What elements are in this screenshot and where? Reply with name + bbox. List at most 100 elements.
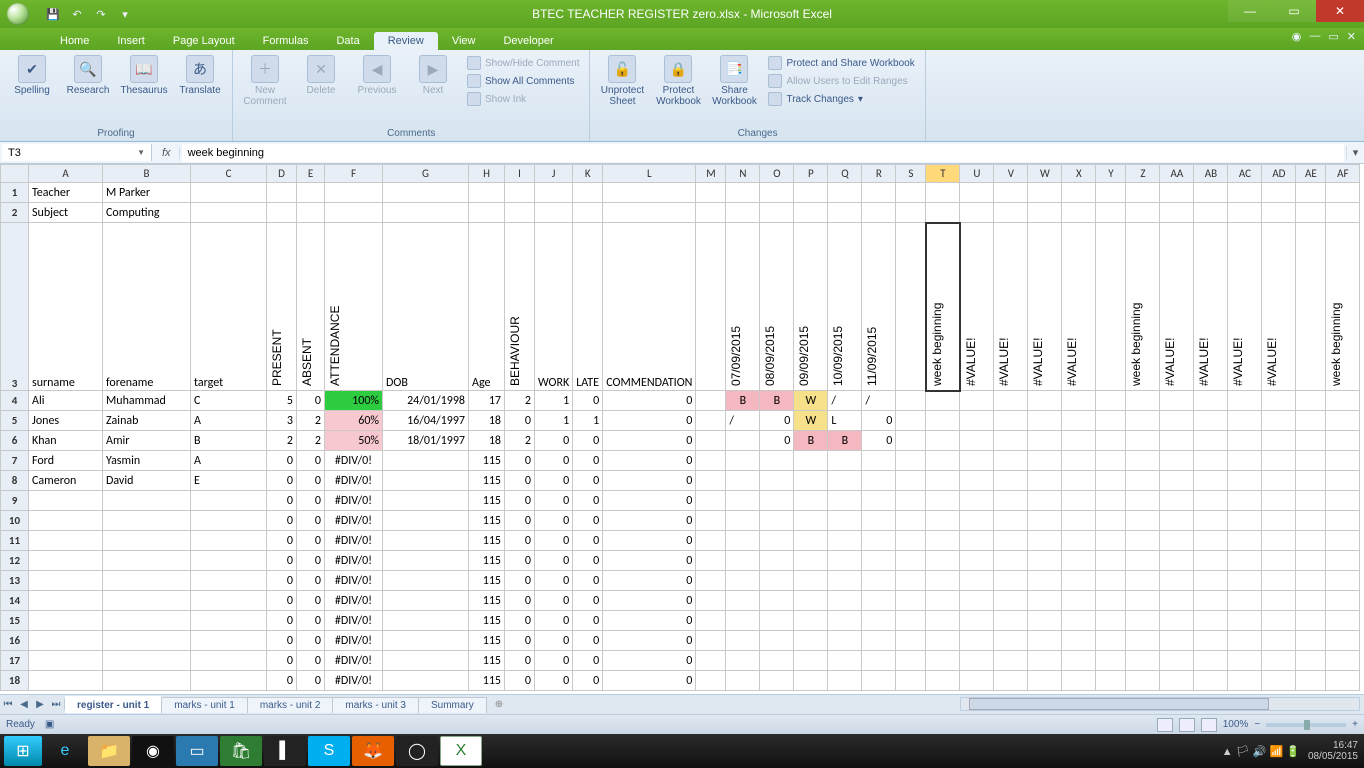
- cell[interactable]: [994, 571, 1028, 591]
- cell[interactable]: [1194, 431, 1228, 451]
- cell[interactable]: [994, 391, 1028, 411]
- col-header-AD[interactable]: AD: [1262, 165, 1296, 183]
- cell[interactable]: [1326, 631, 1360, 651]
- cell[interactable]: 1: [535, 411, 573, 431]
- cell[interactable]: [1326, 591, 1360, 611]
- cell[interactable]: 0: [573, 591, 603, 611]
- col-header-J[interactable]: J: [535, 165, 573, 183]
- cell[interactable]: 0: [267, 531, 297, 551]
- cell[interactable]: [1228, 651, 1262, 671]
- cell[interactable]: [1296, 391, 1326, 411]
- cell[interactable]: [103, 671, 191, 691]
- cell[interactable]: Teacher: [29, 183, 103, 203]
- col-header-L[interactable]: L: [603, 165, 696, 183]
- cell[interactable]: [1228, 551, 1262, 571]
- cell[interactable]: [994, 631, 1028, 651]
- cell[interactable]: #DIV/0!: [325, 511, 383, 531]
- cell[interactable]: [1194, 451, 1228, 471]
- cell[interactable]: [383, 471, 469, 491]
- cell[interactable]: [726, 491, 760, 511]
- cell[interactable]: 0: [535, 651, 573, 671]
- taskbar-explorer-icon[interactable]: 📁: [88, 736, 130, 766]
- cell[interactable]: [1028, 671, 1062, 691]
- cell[interactable]: 115: [469, 591, 505, 611]
- cell[interactable]: [1326, 411, 1360, 431]
- cell[interactable]: [696, 611, 726, 631]
- cell[interactable]: [1096, 183, 1126, 203]
- cell[interactable]: [926, 651, 960, 671]
- cell[interactable]: [862, 571, 896, 591]
- cell[interactable]: 0: [603, 471, 696, 491]
- cell[interactable]: [960, 611, 994, 631]
- cell[interactable]: [1228, 183, 1262, 203]
- cell[interactable]: [696, 471, 726, 491]
- cell[interactable]: 0: [505, 531, 535, 551]
- cell[interactable]: [926, 183, 960, 203]
- cell[interactable]: [926, 531, 960, 551]
- cell[interactable]: week beginning: [1126, 223, 1160, 391]
- cell[interactable]: [1126, 511, 1160, 531]
- cell[interactable]: Ford: [29, 451, 103, 471]
- cell[interactable]: 0: [535, 531, 573, 551]
- cell[interactable]: [1296, 491, 1326, 511]
- cell[interactable]: [1296, 183, 1326, 203]
- save-icon[interactable]: 💾: [44, 5, 62, 23]
- cell[interactable]: [1262, 491, 1296, 511]
- cell[interactable]: [862, 511, 896, 531]
- cell[interactable]: [1296, 511, 1326, 531]
- cell[interactable]: 0: [603, 431, 696, 451]
- cell[interactable]: [505, 183, 535, 203]
- cell[interactable]: #DIV/0!: [325, 491, 383, 511]
- cell[interactable]: [696, 671, 726, 691]
- cell[interactable]: [267, 183, 297, 203]
- cell[interactable]: [696, 571, 726, 591]
- cell[interactable]: [696, 411, 726, 431]
- cell[interactable]: [828, 651, 862, 671]
- cell[interactable]: [1262, 183, 1296, 203]
- cell[interactable]: 0: [573, 511, 603, 531]
- cell[interactable]: [1296, 531, 1326, 551]
- cell[interactable]: [535, 183, 573, 203]
- row-header-1[interactable]: 1: [1, 183, 29, 203]
- cell[interactable]: [828, 451, 862, 471]
- cell[interactable]: [1096, 491, 1126, 511]
- sheet-tab-register---unit-1[interactable]: register - unit 1: [65, 696, 162, 713]
- cell[interactable]: [1028, 491, 1062, 511]
- cell[interactable]: [1160, 531, 1194, 551]
- cell[interactable]: #VALUE!: [960, 223, 994, 391]
- cell[interactable]: [1028, 531, 1062, 551]
- cell[interactable]: [1028, 651, 1062, 671]
- col-header-U[interactable]: U: [960, 165, 994, 183]
- cell[interactable]: [828, 531, 862, 551]
- row-header-4[interactable]: 4: [1, 391, 29, 411]
- cell[interactable]: 100%: [325, 391, 383, 411]
- cell[interactable]: 0: [535, 611, 573, 631]
- col-header-E[interactable]: E: [297, 165, 325, 183]
- cell[interactable]: [1028, 183, 1062, 203]
- cell[interactable]: [926, 551, 960, 571]
- cell[interactable]: [1326, 551, 1360, 571]
- cell[interactable]: 0: [603, 591, 696, 611]
- cell[interactable]: [726, 511, 760, 531]
- cell[interactable]: [1262, 431, 1296, 451]
- taskbar-store-icon[interactable]: 🛍: [220, 736, 262, 766]
- cell[interactable]: 16/04/1997: [383, 411, 469, 431]
- col-header-K[interactable]: K: [573, 165, 603, 183]
- research-button[interactable]: 🔍Research: [62, 52, 114, 96]
- cell[interactable]: [994, 551, 1028, 571]
- cell[interactable]: [1326, 571, 1360, 591]
- cell[interactable]: C: [191, 391, 267, 411]
- cell[interactable]: surname: [29, 223, 103, 391]
- cell[interactable]: [994, 531, 1028, 551]
- cell[interactable]: [383, 451, 469, 471]
- cell[interactable]: [1160, 511, 1194, 531]
- cell[interactable]: target: [191, 223, 267, 391]
- cell[interactable]: [726, 671, 760, 691]
- cell[interactable]: [896, 391, 926, 411]
- cell[interactable]: [1262, 591, 1296, 611]
- cell[interactable]: [29, 631, 103, 651]
- cell[interactable]: 115: [469, 511, 505, 531]
- cell[interactable]: 3: [267, 411, 297, 431]
- cell[interactable]: [1028, 591, 1062, 611]
- zoom-out-icon[interactable]: −: [1254, 719, 1260, 730]
